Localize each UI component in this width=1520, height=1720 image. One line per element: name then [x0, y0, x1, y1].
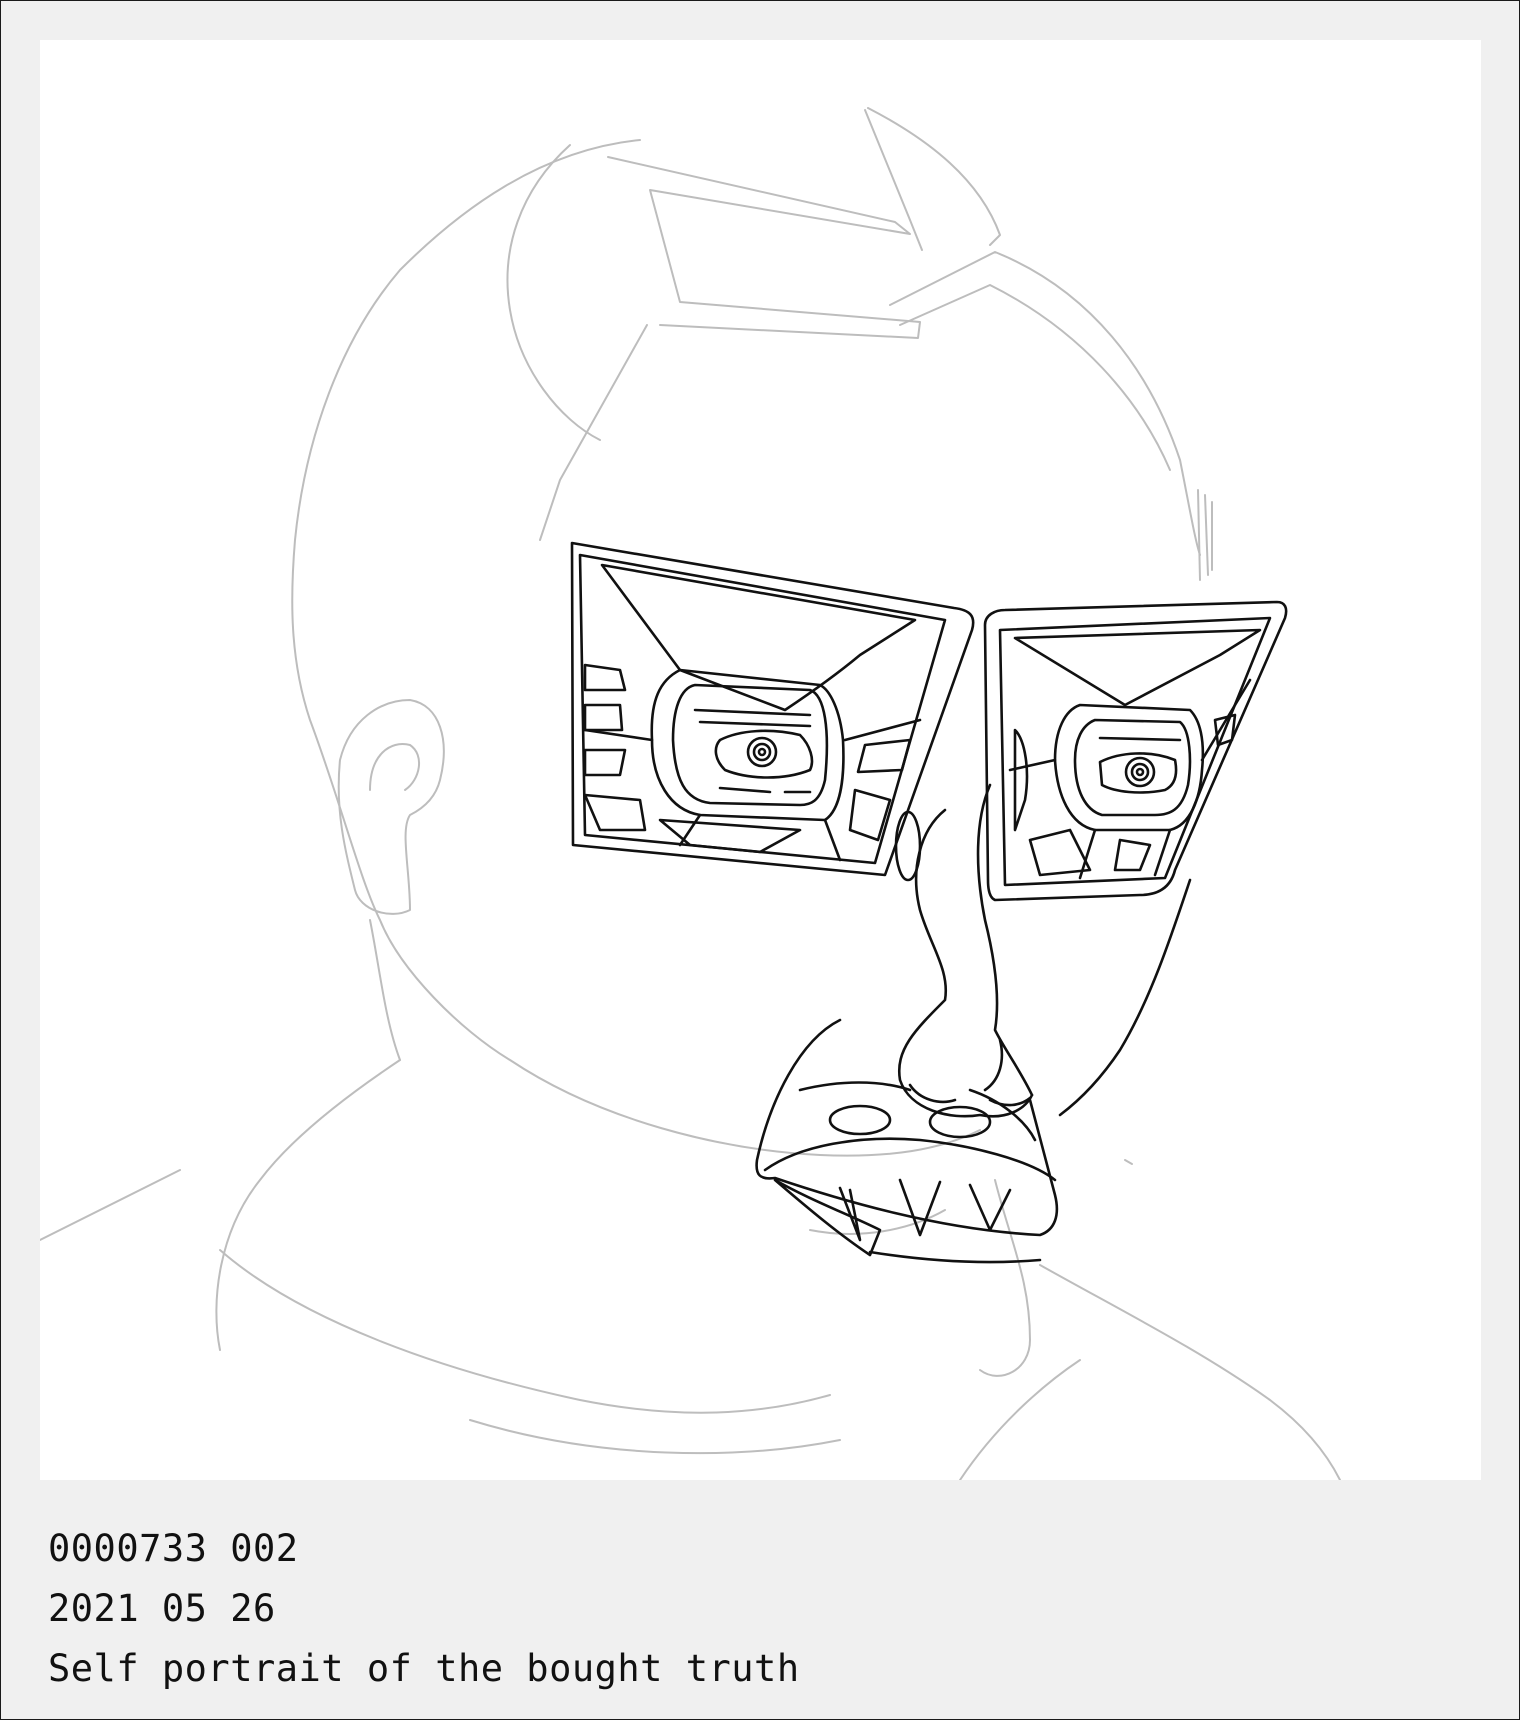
collar-right [959, 1359, 1081, 1480]
jaw-left [369, 919, 401, 1061]
hair-strands [1197, 489, 1213, 581]
neck-right [979, 1179, 1031, 1377]
ear-inner [369, 743, 420, 791]
left-eye-panel [570, 541, 975, 877]
ear-outline [337, 699, 445, 915]
hair-top [889, 251, 1201, 556]
caption-block: 0000733 002 2021 05 26 Self portrait of … [48, 1519, 800, 1699]
cheek-mark [1124, 1159, 1133, 1165]
hair-front [506, 144, 601, 441]
head-outline [291, 139, 981, 1157]
drawing-canvas [40, 40, 1481, 1480]
artwork-title: Self portrait of the bought truth [48, 1647, 800, 1690]
right-cheek [1058, 878, 1192, 1117]
nose [894, 783, 1034, 1118]
hair-spike-3 [864, 109, 923, 251]
polaroid-frame: 0000733 002 2021 05 26 Self portrait of … [0, 0, 1520, 1720]
hair-spike-4 [867, 107, 1001, 246]
shoulder-right [1039, 1264, 1341, 1480]
catalog-number: 0000733 002 [48, 1527, 299, 1570]
hair-spike-1 [607, 156, 921, 339]
collar [219, 1249, 831, 1414]
hair-spike-2 [539, 324, 648, 541]
collar-inner [469, 1419, 841, 1455]
ink-mask [570, 541, 1288, 1264]
portrait-drawing [40, 107, 1341, 1480]
date-label: 2021 05 26 [48, 1587, 276, 1630]
neck-left [215, 1059, 401, 1351]
shoulder-left [40, 1169, 181, 1241]
hair-right-lock [899, 284, 1171, 471]
right-eye-panel [983, 600, 1288, 902]
